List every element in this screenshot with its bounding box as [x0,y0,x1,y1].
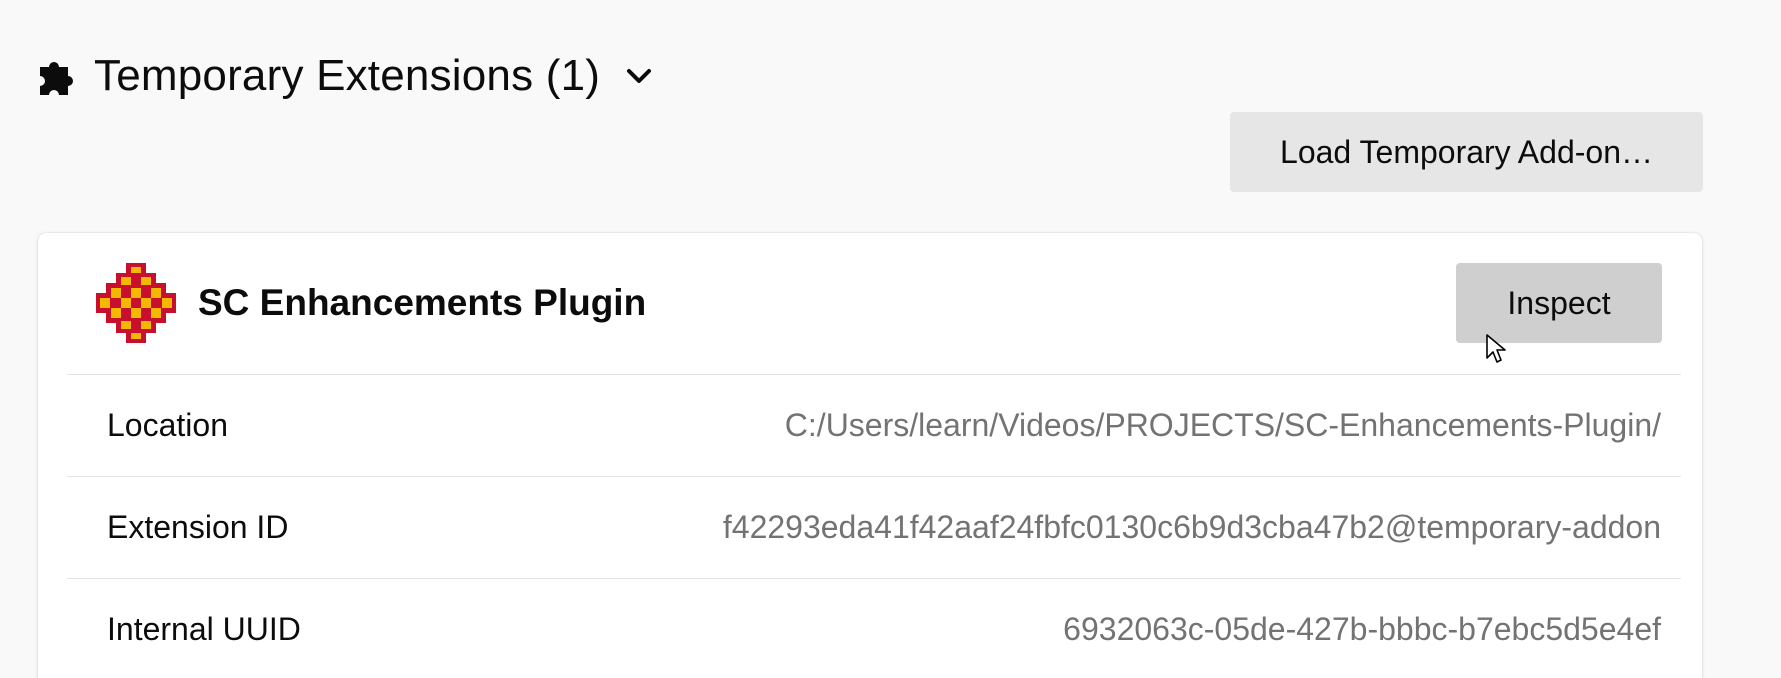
extension-card: SC Enhancements Plugin Inspect Location … [38,233,1702,678]
addon-logo-icon [96,263,176,343]
detail-value: 6932063c-05de-427b-bbbc-b7ebc5d5e4ef [1063,610,1661,647]
section-title: Temporary Extensions (1) [94,51,601,100]
about-debugging-page: Temporary Extensions (1) Load Temporary … [0,0,1781,678]
detail-row-location: Location C:/Users/learn/Videos/PROJECTS/… [67,375,1681,475]
detail-row-extension-id: Extension ID f42293eda41f42aaf24fbfc0130… [67,477,1681,577]
extension-name: SC Enhancements Plugin [198,282,647,323]
temporary-extensions-header[interactable]: Temporary Extensions (1) [36,46,654,106]
inspect-button[interactable]: Inspect [1456,263,1662,343]
extension-card-header: SC Enhancements Plugin Inspect [38,233,1702,373]
load-temporary-addon-button[interactable]: Load Temporary Add-on… [1230,112,1703,192]
puzzle-piece-icon [40,61,73,95]
detail-value: f42293eda41f42aaf24fbfc0130c6b9d3cba47b2… [722,508,1661,545]
detail-value: C:/Users/learn/Videos/PROJECTS/SC-Enhanc… [784,406,1661,443]
chevron-down-icon[interactable] [624,61,654,91]
detail-label: Extension ID [107,508,289,545]
detail-label: Location [107,406,228,443]
detail-row-internal-uuid: Internal UUID 6932063c-05de-427b-bbbc-b7… [67,579,1681,678]
detail-label: Internal UUID [107,610,301,647]
